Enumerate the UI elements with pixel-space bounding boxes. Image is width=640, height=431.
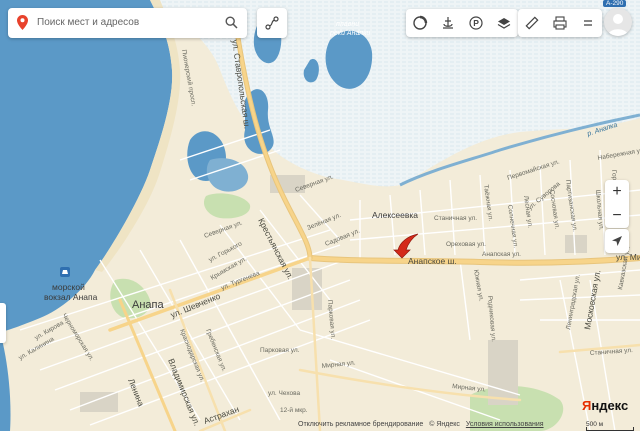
zoom-in-button[interactable]: +: [605, 180, 629, 204]
terms-link[interactable]: Условия использования: [464, 421, 546, 428]
ferry-terminal-icon[interactable]: [60, 267, 70, 277]
terminal-label-1: морской: [52, 282, 85, 292]
block-5: [80, 392, 118, 412]
layers-toolbar: P: [406, 9, 518, 37]
parking-icon: P: [469, 16, 483, 30]
scale-label: 500 м: [586, 421, 604, 428]
scale-bar: 500 м: [586, 421, 634, 431]
stanichnaya-label: Станичная ул.: [434, 215, 477, 222]
map-footer: Отключить рекламное брендирование © Янде…: [296, 421, 546, 428]
city-label: Анапа: [132, 299, 164, 311]
copyright-text: © Яндекс: [429, 421, 460, 428]
transport-button[interactable]: [434, 9, 462, 37]
tools-toolbar: [518, 9, 602, 37]
print-icon: [553, 16, 567, 30]
ruler-icon: [525, 16, 539, 30]
traffic-button[interactable]: [406, 9, 434, 37]
search-box[interactable]: Поиск мест и адресов: [8, 8, 247, 38]
search-input[interactable]: Поиск мест и адресов: [37, 17, 139, 28]
ad-branding-link[interactable]: Отключить рекламное брендирование: [296, 421, 425, 428]
floodplain-label-2: реки Анапки: [329, 30, 370, 37]
avatar-icon: [608, 14, 628, 36]
orekhovaya-label: Ореховая ул.: [446, 241, 486, 248]
location-pin-icon: [17, 15, 28, 30]
district-label: Алексеевка: [372, 210, 418, 220]
terminal-label-2: вокзал Анапа: [44, 292, 98, 302]
route-icon: [265, 16, 279, 30]
anapskoe-label: Анапское ш.: [408, 256, 457, 266]
yandex-logo-rest: ндекс: [591, 398, 629, 413]
geolocation-button[interactable]: [605, 229, 629, 253]
route-button[interactable]: [257, 8, 287, 38]
highway-badge: A-290: [603, 0, 627, 7]
floodplain-label-1: плавни: [336, 21, 359, 28]
mkr12-label: 12-й мкр.: [280, 406, 308, 414]
chekhova-label: ул. Чехова: [268, 390, 300, 397]
map-canvas[interactable]: Анапа Алексеевка морской вокзал Анапа пл…: [0, 0, 640, 431]
traffic-icon: [413, 15, 428, 30]
yandex-logo-y: Я: [582, 398, 592, 413]
yandex-logo: Яндекс: [582, 398, 628, 413]
transport-icon: [443, 17, 453, 29]
map-layers-button[interactable]: [490, 9, 518, 37]
side-panel-handle[interactable]: [0, 303, 6, 343]
profile-button[interactable]: [604, 8, 632, 36]
zoom-out-button[interactable]: −: [605, 204, 629, 228]
svg-text:P: P: [473, 18, 479, 28]
block-4: [565, 235, 587, 253]
geolocation-icon: [612, 236, 622, 246]
print-button[interactable]: [546, 9, 574, 37]
parkovaya2-label: Парковая ул.: [260, 347, 300, 354]
parking-button[interactable]: P: [462, 9, 490, 37]
anapskaya-label: Анапская ул.: [482, 251, 521, 258]
menu-icon: [584, 20, 592, 26]
block-3: [488, 340, 518, 405]
menu-button[interactable]: [574, 9, 602, 37]
search-icon[interactable]: [225, 16, 238, 29]
layers-icon: [497, 18, 511, 29]
ruler-button[interactable]: [518, 9, 546, 37]
zoom-control: + −: [605, 180, 629, 228]
